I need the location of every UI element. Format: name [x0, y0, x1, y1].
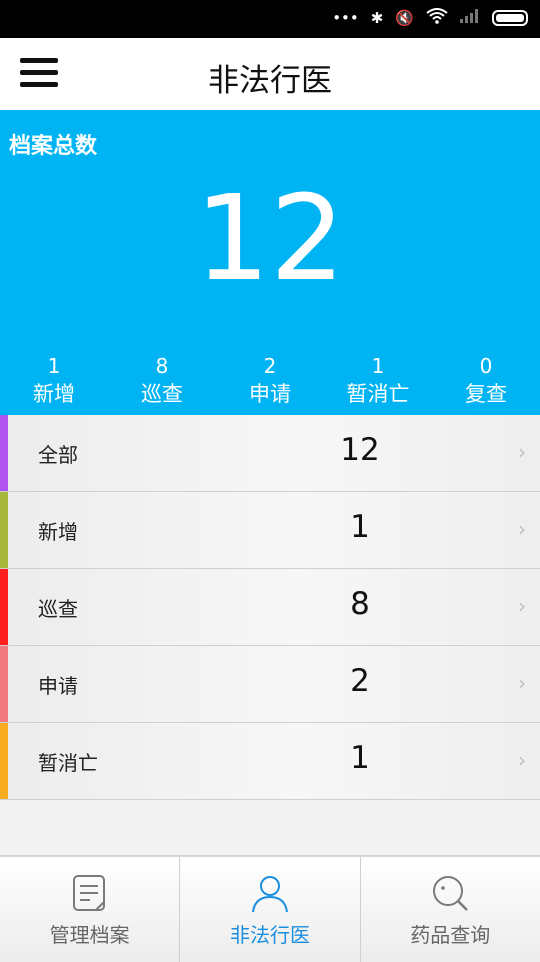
- bottom-tab-bar: 管理档案 非法行医 药品查询: [0, 855, 540, 962]
- signal-icon: [460, 9, 480, 27]
- list-item-all[interactable]: 全部 12 ›: [0, 415, 540, 492]
- stat-count: 8: [155, 354, 169, 378]
- tab-illegal-practice[interactable]: 非法行医: [179, 857, 359, 962]
- battery-icon: [492, 10, 528, 26]
- summary-label: 档案总数: [9, 134, 98, 159]
- tab-drug-search[interactable]: 药品查询: [359, 857, 540, 962]
- document-icon: [72, 875, 105, 911]
- list-item-value: 1: [350, 509, 370, 545]
- list-item-label: 新增: [38, 520, 78, 544]
- list-item-apply[interactable]: 申请 2 ›: [0, 646, 540, 723]
- person-icon: [251, 876, 288, 913]
- chevron-right-icon: ›: [518, 517, 526, 541]
- list-item-label: 申请: [38, 674, 78, 698]
- tab-label: 非法行医: [229, 923, 310, 947]
- list-item-patrol[interactable]: 巡查 8 ›: [0, 569, 540, 646]
- status-bar: ••• ✱ 🔇: [0, 0, 540, 38]
- more-dots-icon: •••: [332, 9, 359, 27]
- chevron-right-icon: ›: [518, 594, 526, 618]
- tab-records[interactable]: 管理档案: [0, 857, 179, 962]
- color-bar: [0, 492, 8, 568]
- stat-label: 新增: [33, 382, 75, 406]
- list-item-label: 暂消亡: [38, 751, 98, 775]
- stat-apply[interactable]: 2 申请: [216, 354, 324, 410]
- stat-label: 复查: [465, 382, 507, 406]
- chevron-right-icon: ›: [518, 440, 526, 464]
- stat-count: 1: [371, 354, 385, 378]
- chevron-right-icon: ›: [518, 748, 526, 772]
- color-bar: [0, 569, 8, 645]
- chevron-right-icon: ›: [518, 671, 526, 695]
- stat-new[interactable]: 1 新增: [0, 354, 108, 410]
- stat-recheck[interactable]: 0 复查: [432, 354, 540, 410]
- list-item-new[interactable]: 新增 1 ›: [0, 492, 540, 569]
- summary-panel: 档案总数 12 1 新增 8 巡查 2 申请 1 暂消亡 0 复查: [0, 110, 540, 415]
- list-item-value: 2: [350, 663, 370, 699]
- color-bar: [0, 415, 8, 491]
- search-icon: [433, 876, 469, 911]
- category-list: 全部 12 › 新增 1 › 巡查 8 › 申请 2 › 暂消亡 1 ›: [0, 415, 540, 800]
- app-header: 非法行医: [0, 38, 540, 110]
- stat-label: 巡查: [141, 382, 183, 406]
- bluetooth-icon: ✱: [370, 9, 384, 27]
- wifi-icon: [426, 8, 448, 28]
- list-item-value: 12: [340, 432, 380, 468]
- summary-total: 12: [194, 169, 346, 307]
- list-item-suspended[interactable]: 暂消亡 1 ›: [0, 723, 540, 800]
- stats-row: 1 新增 8 巡查 2 申请 1 暂消亡 0 复查: [0, 354, 540, 410]
- stat-label: 暂消亡: [346, 382, 410, 406]
- stat-count: 0: [479, 354, 493, 378]
- stat-suspended[interactable]: 1 暂消亡: [324, 354, 432, 410]
- list-item-label: 全部: [38, 443, 78, 467]
- list-item-value: 8: [350, 586, 370, 622]
- tab-label: 药品查询: [410, 923, 491, 947]
- stat-count: 2: [263, 354, 277, 378]
- list-item-label: 巡查: [38, 597, 78, 621]
- mute-icon: 🔇: [395, 9, 414, 27]
- color-bar: [0, 723, 8, 799]
- stat-label: 申请: [249, 382, 291, 406]
- color-bar: [0, 646, 8, 722]
- tab-label: 管理档案: [49, 923, 130, 947]
- stat-count: 1: [47, 354, 61, 378]
- stat-patrol[interactable]: 8 巡查: [108, 354, 216, 410]
- page-title: 非法行医: [208, 63, 332, 99]
- list-item-value: 1: [350, 740, 370, 776]
